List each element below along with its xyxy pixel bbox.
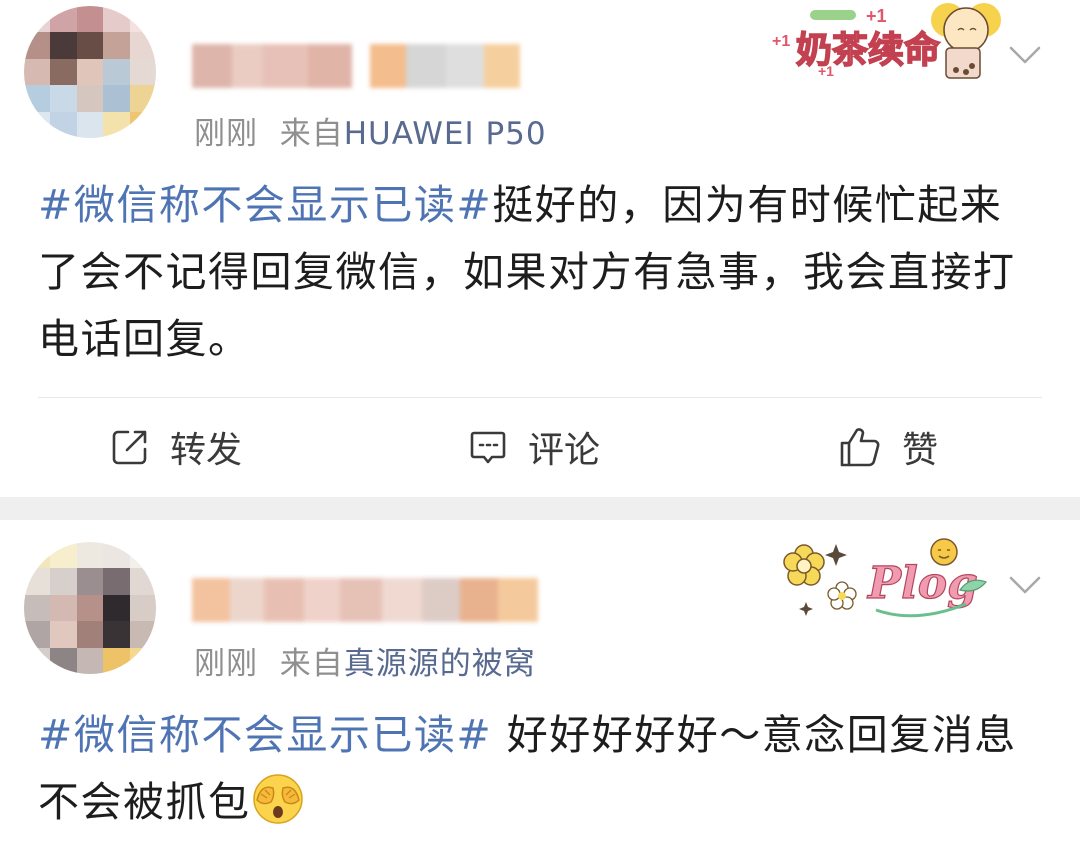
- thumbs-up-icon: [840, 428, 880, 467]
- post-content: #微信称不会显示已读# 好好好好好～意念回复消息不会被抓包: [38, 702, 1040, 836]
- post-meta: 刚刚 来自HUAWEI P50: [194, 108, 547, 153]
- topic-hashtag[interactable]: #微信称不会显示已读#: [38, 711, 492, 759]
- share-label: 转发: [170, 430, 243, 471]
- flower-plog-sticker: Plog: [783, 538, 988, 618]
- share-button[interactable]: 转发: [110, 412, 242, 482]
- post-time: 刚刚: [194, 116, 258, 152]
- post-from-label: 来自: [279, 646, 344, 682]
- weibo-post-2: 刚刚 来自真源源的被窝 Plog #微信称不会显示已读# 好好好好好～意念回复消…: [0, 520, 1080, 853]
- avatar[interactable]: [24, 542, 156, 674]
- deco-sticker-text: 奶茶续命: [796, 29, 940, 71]
- username-blurred[interactable]: [192, 578, 538, 622]
- post-meta: 刚刚 来自真源源的被窝: [194, 638, 536, 683]
- milk-tea-sticker: +1 +1 +1 奶茶续命: [772, 3, 1001, 79]
- deco-sticker-text: Plog: [866, 558, 978, 609]
- username-blurred[interactable]: [192, 44, 520, 88]
- action-bar: 转发 评论 赞: [0, 412, 1080, 482]
- like-button[interactable]: 赞: [838, 412, 938, 482]
- like-label: 赞: [902, 430, 939, 471]
- post-source[interactable]: 真源源的被窝: [344, 646, 536, 682]
- deco-plus-1: +1: [866, 6, 887, 26]
- comment-button[interactable]: 评论: [468, 412, 600, 482]
- chevron-down-icon[interactable]: [1008, 568, 1042, 602]
- face-covering-eyes-emoji: [252, 774, 303, 824]
- weibo-post-1: 刚刚 来自HUAWEI P50 +1 +1 +1 奶茶续命 #微信称不会显示已读…: [0, 0, 1080, 497]
- post-separator: [0, 497, 1080, 520]
- post-time: 刚刚: [194, 646, 258, 682]
- deco-plus-2: +1: [772, 33, 790, 50]
- divider: [38, 397, 1042, 398]
- avatar[interactable]: [24, 6, 156, 138]
- share-icon: [112, 430, 147, 465]
- post-source[interactable]: HUAWEI P50: [344, 116, 547, 152]
- chevron-down-icon[interactable]: [1008, 38, 1042, 72]
- topic-hashtag[interactable]: #微信称不会显示已读#: [38, 181, 492, 229]
- post-content: #微信称不会显示已读#挺好的，因为有时候忙起来了会不记得回复微信，如果对方有急事…: [38, 172, 1040, 373]
- comment-label: 评论: [528, 430, 601, 471]
- post-from-label: 来自: [279, 116, 344, 152]
- comment-icon: [470, 431, 506, 464]
